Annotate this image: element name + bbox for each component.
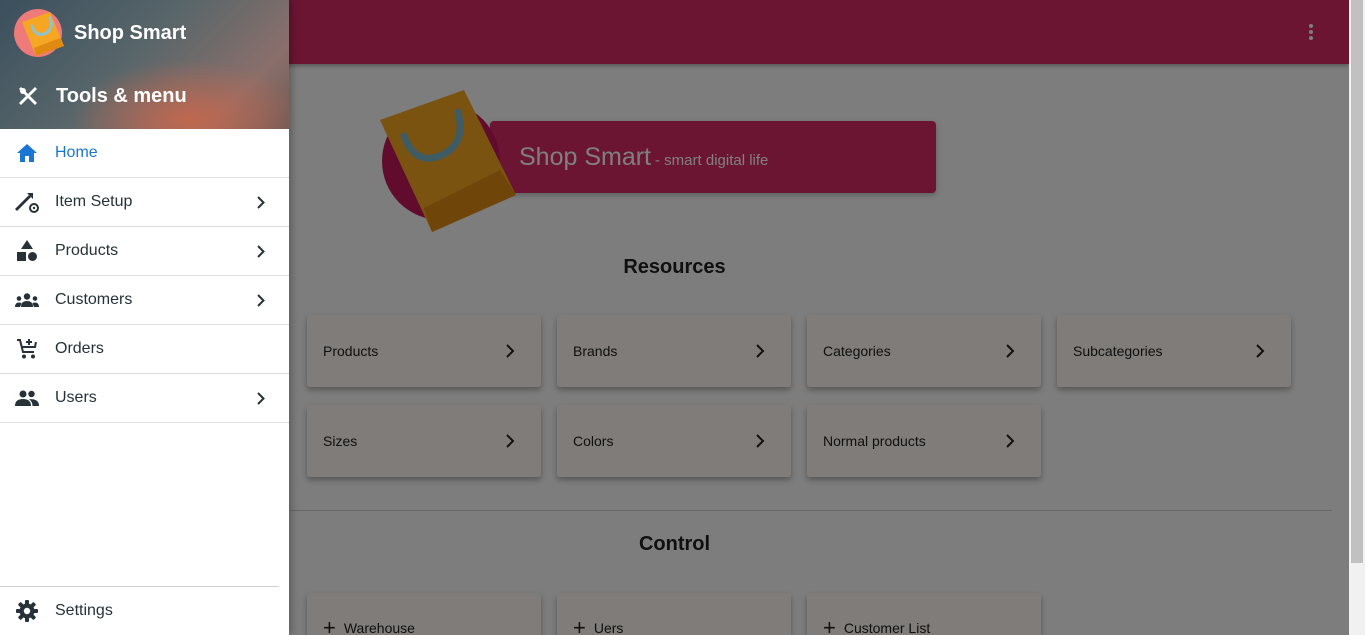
nav-item-label: Users <box>55 389 97 406</box>
brand[interactable]: Shop Smart <box>14 6 186 60</box>
nav-item-products[interactable]: Products <box>0 227 289 276</box>
nav-item-label: Home <box>55 144 98 161</box>
nav-item-item-setup[interactable]: Item Setup <box>0 178 289 227</box>
nav-item-customers[interactable]: Customers <box>0 276 289 325</box>
chevron-right-icon <box>257 196 265 209</box>
home-icon <box>15 141 39 165</box>
gear-icon <box>15 599 39 623</box>
item-setup-icon <box>15 190 39 214</box>
nav-item-label: Products <box>55 242 119 259</box>
nav-item-label: Item Setup <box>55 193 133 210</box>
brand-name: Shop Smart <box>74 21 187 44</box>
people-icon <box>15 386 39 410</box>
tools-menu-heading: Tools & menu <box>16 84 187 108</box>
nav-item-home[interactable]: Home <box>0 129 289 178</box>
navigation-drawer: Shop Smart Tools & menu Home Item Setup <box>0 0 289 635</box>
shapes-icon <box>15 239 39 263</box>
shop-smart-logo-icon <box>14 9 64 57</box>
scrollbar-thumb[interactable] <box>1351 0 1363 563</box>
nav-item-label: Orders <box>55 340 104 357</box>
chevron-right-icon <box>257 392 265 405</box>
nav-item-label: Settings <box>55 601 113 619</box>
tools-menu-label: Tools & menu <box>56 84 187 107</box>
nav-item-orders[interactable]: Orders <box>0 325 289 374</box>
nav-item-users[interactable]: Users <box>0 374 289 423</box>
nav-item-label: Customers <box>55 291 133 308</box>
nav-item-settings[interactable]: Settings <box>0 586 289 635</box>
drawer-header: Shop Smart Tools & menu <box>0 0 289 129</box>
groups-icon <box>15 288 39 312</box>
page-scrollbar[interactable] <box>1349 0 1365 635</box>
chevron-right-icon <box>257 294 265 307</box>
chevron-right-icon <box>257 245 265 258</box>
cart-icon <box>15 337 39 361</box>
tools-icon <box>19 87 37 105</box>
